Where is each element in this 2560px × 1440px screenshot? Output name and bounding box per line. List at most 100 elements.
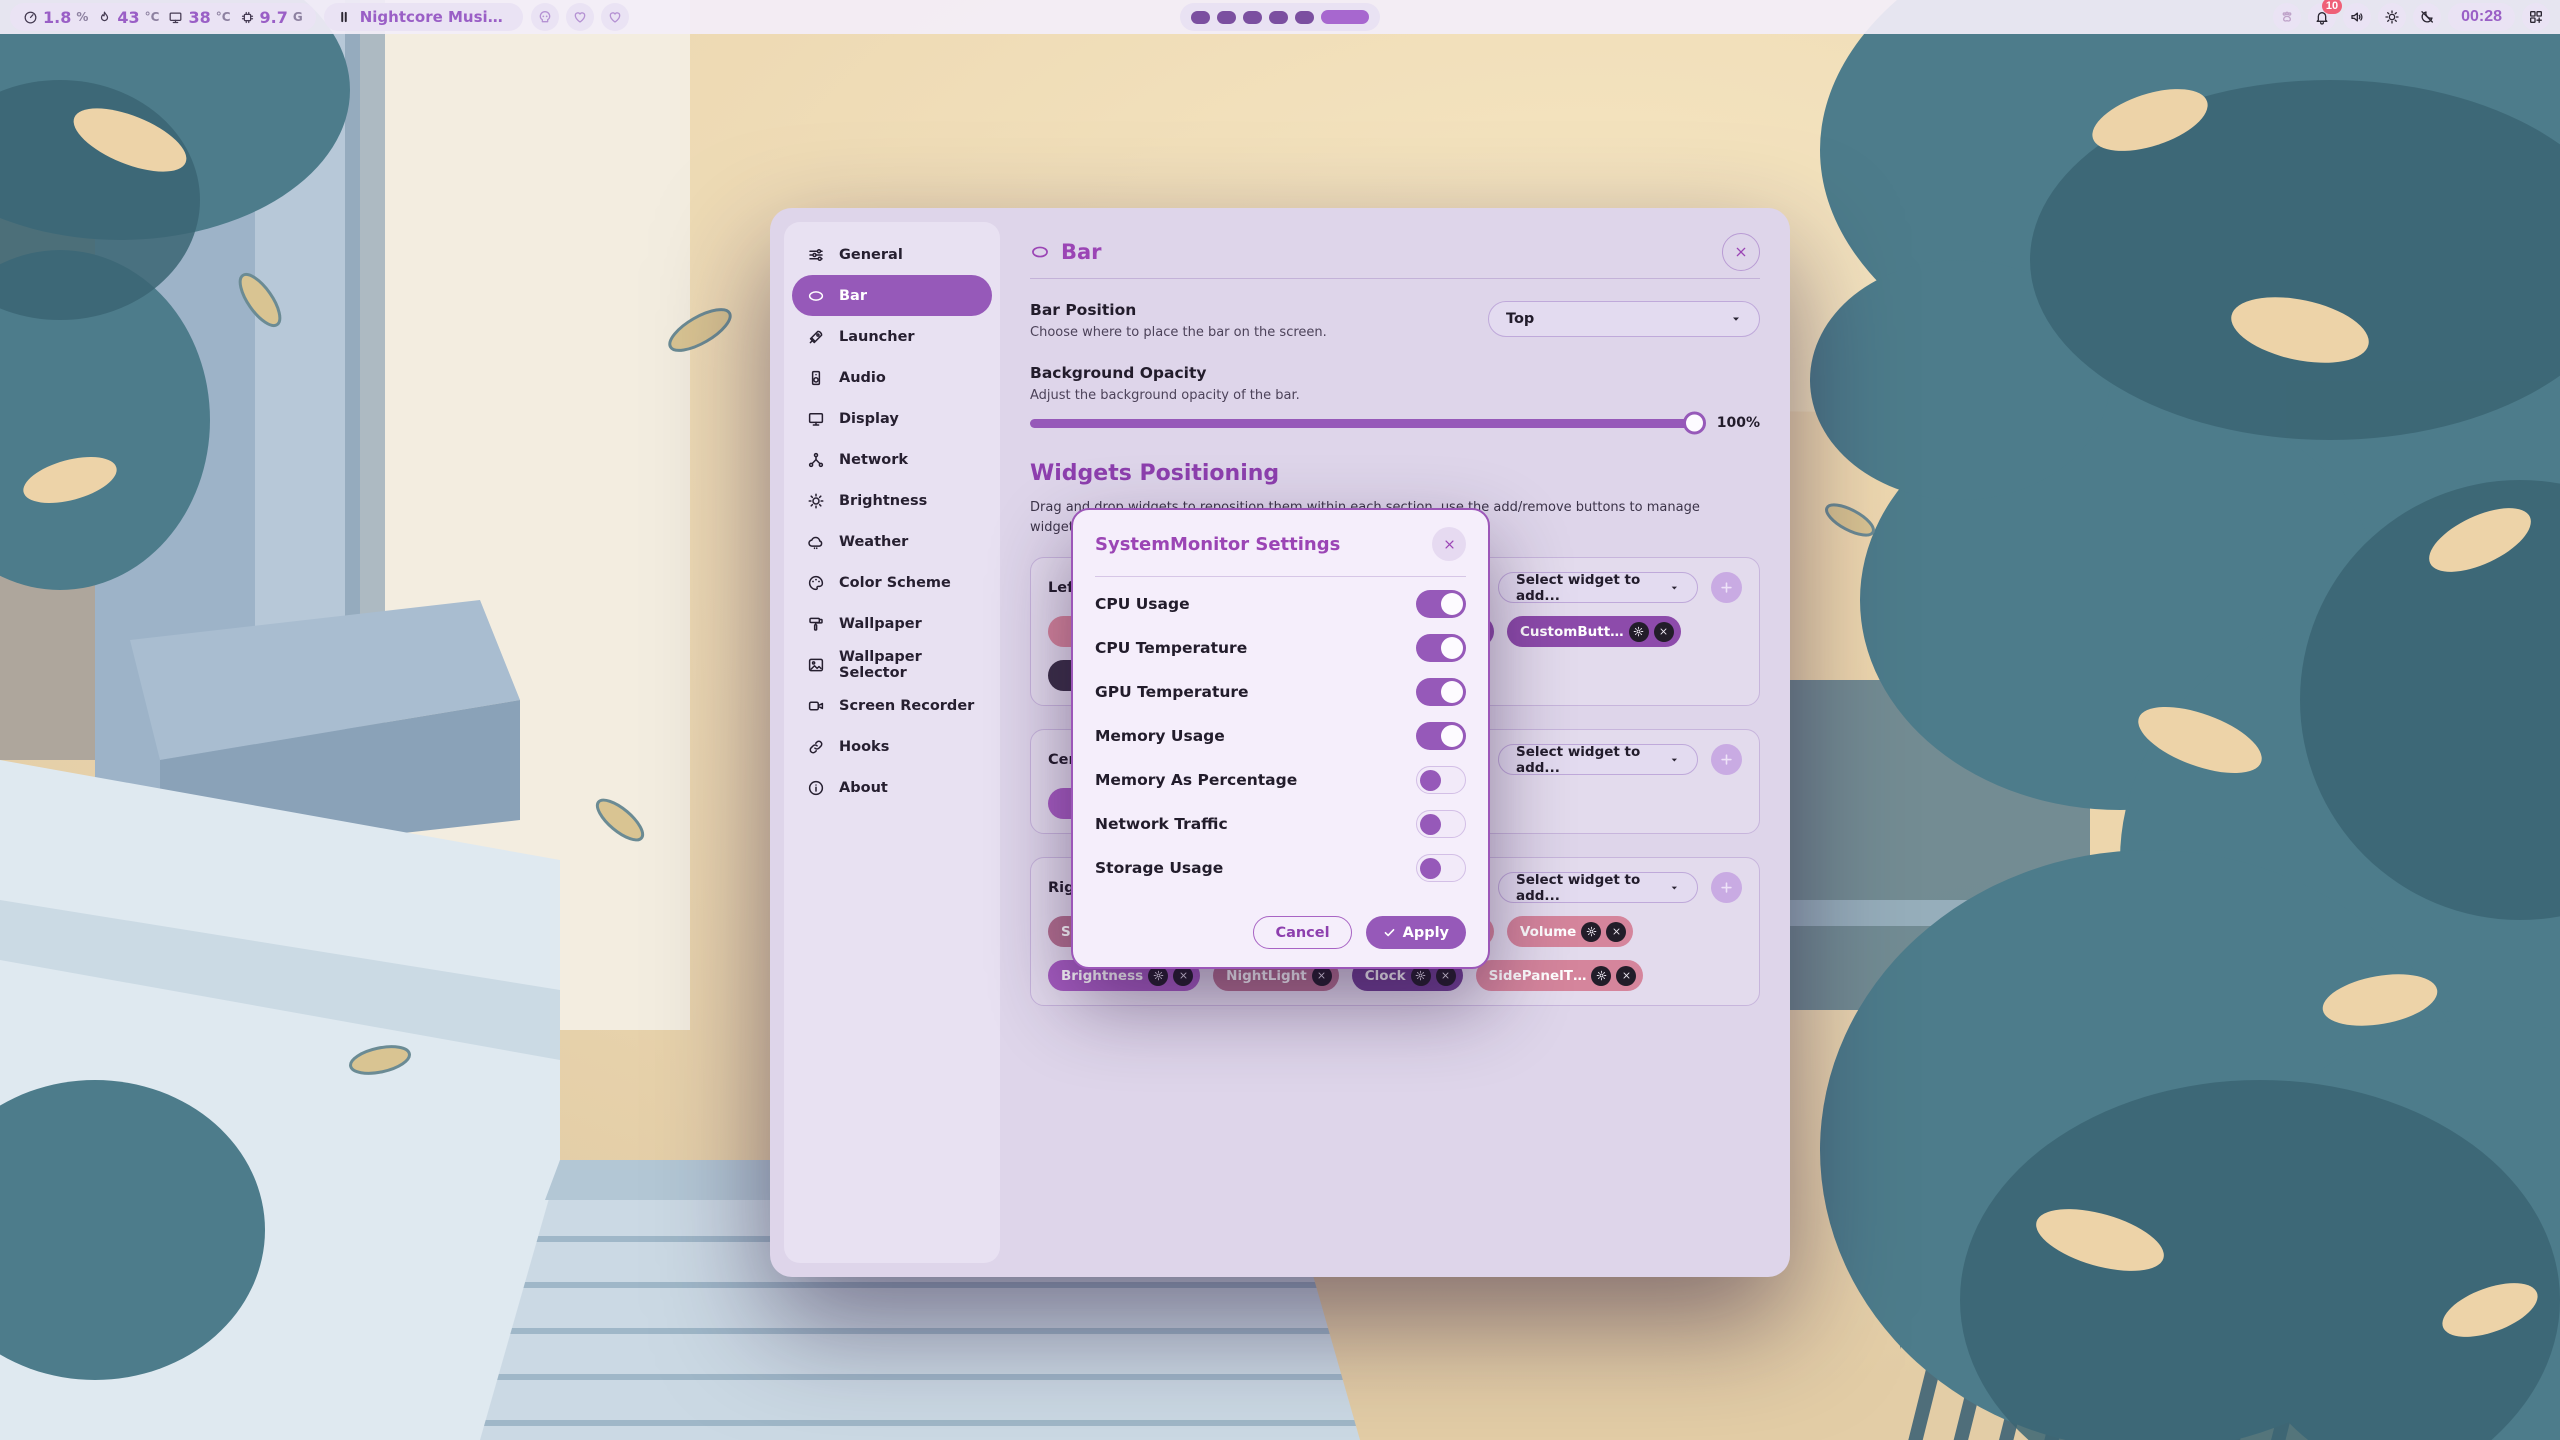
modal-divider <box>1095 576 1466 577</box>
toggle-row-memory-usage: Memory Usage <box>1095 714 1466 758</box>
toggle-memory-usage[interactable] <box>1416 722 1466 750</box>
skull-icon <box>537 9 553 25</box>
chip-remove-button[interactable] <box>1616 966 1636 986</box>
toggle-cpu-temperature[interactable] <box>1416 634 1466 662</box>
brightness-button[interactable] <box>2378 3 2406 31</box>
speaker-icon <box>807 369 825 387</box>
modal-header: SystemMonitor Settings <box>1095 527 1466 561</box>
toggle-network-traffic[interactable] <box>1416 810 1466 838</box>
chip-remove-button[interactable] <box>1654 622 1674 642</box>
sidebar-item-bar[interactable]: Bar <box>792 275 992 316</box>
toggle-knob <box>1420 770 1441 791</box>
add-widget-select[interactable]: Select widget to add... <box>1498 572 1698 603</box>
chip-settings-button[interactable] <box>1591 966 1611 986</box>
workspace-dot[interactable] <box>1243 11 1262 24</box>
clock[interactable]: 00:28 <box>2448 3 2515 31</box>
workspace-dot[interactable] <box>1295 11 1314 24</box>
gear-icon <box>1415 970 1426 981</box>
paw-icon <box>2279 9 2295 25</box>
opacity-slider[interactable] <box>1030 419 1703 428</box>
toggle-knob <box>1441 637 1463 659</box>
bar-position-select[interactable]: Top <box>1488 301 1760 337</box>
workspace-dot[interactable] <box>1217 11 1236 24</box>
sidebar-item-wallpaper[interactable]: Wallpaper <box>792 603 992 644</box>
toggle-cpu-usage[interactable] <box>1416 590 1466 618</box>
chip-icon <box>240 10 255 25</box>
modal-footer: Cancel Apply <box>1095 916 1466 949</box>
sidebar-item-launcher[interactable]: Launcher <box>792 316 992 357</box>
info-icon <box>807 779 825 797</box>
toggle-storage-usage[interactable] <box>1416 854 1466 882</box>
chip-label: Clock <box>1365 968 1406 984</box>
workspace-dot[interactable] <box>1191 11 1210 24</box>
sidebar-item-label: Hooks <box>839 739 889 755</box>
widget-chip-custombutt-[interactable]: CustomButt… <box>1507 616 1681 647</box>
sidebar-item-brightness[interactable]: Brightness <box>792 480 992 521</box>
notifications-badge: 10 <box>2322 0 2342 14</box>
close-icon <box>1440 970 1451 981</box>
sidebar-item-color-scheme[interactable]: Color Scheme <box>792 562 992 603</box>
close-icon <box>1611 926 1622 937</box>
widget-chip-sidepanelt-[interactable]: SidePanelT… <box>1476 960 1644 991</box>
sidebar-item-general[interactable]: General <box>792 234 992 275</box>
background-opacity-description: Adjust the background opacity of the bar… <box>1030 388 1760 403</box>
add-widget-select[interactable]: Select widget to add... <box>1498 744 1698 775</box>
tune-icon <box>807 246 825 264</box>
sidebar-item-network[interactable]: Network <box>792 439 992 480</box>
workspace-dot[interactable] <box>1269 11 1288 24</box>
night-light-button[interactable] <box>2413 3 2441 31</box>
plus-icon <box>1719 880 1734 895</box>
toggle-gpu-temperature[interactable] <box>1416 678 1466 706</box>
opacity-slider-thumb[interactable] <box>1683 412 1706 435</box>
system-stats-pill[interactable]: 1.8%43°C38°C9.7G <box>10 3 316 31</box>
apply-button[interactable]: Apply <box>1366 916 1466 949</box>
workspace-active[interactable] <box>1321 10 1369 24</box>
media-player-pill[interactable]: Nightcore Music Mix 20… <box>324 3 523 31</box>
toggle-label: Memory Usage <box>1095 727 1225 745</box>
sidebar-item-label: Launcher <box>839 329 915 345</box>
toggle-row-storage-usage: Storage Usage <box>1095 846 1466 890</box>
network-icon <box>807 451 825 469</box>
chevron-down-icon <box>1669 882 1680 894</box>
bar-position-label: Bar Position <box>1030 301 1327 319</box>
window-close-button[interactable] <box>1722 233 1760 271</box>
sidebar-item-hooks[interactable]: Hooks <box>792 726 992 767</box>
chip-settings-button[interactable] <box>1581 922 1601 942</box>
plus-icon <box>1719 752 1734 767</box>
header-divider <box>1030 278 1760 279</box>
cancel-button[interactable]: Cancel <box>1253 916 1351 949</box>
apply-label: Apply <box>1403 925 1449 941</box>
tray-app-button[interactable] <box>2273 3 2301 31</box>
toggle-knob <box>1441 681 1463 703</box>
chip-settings-button[interactable] <box>1629 622 1649 642</box>
sidebar-item-display[interactable]: Display <box>792 398 992 439</box>
add-widget-button[interactable] <box>1711 872 1742 903</box>
volume-button[interactable] <box>2343 3 2371 31</box>
modal-close-button[interactable] <box>1432 527 1466 561</box>
notifications-button[interactable]: 10 <box>2308 3 2336 31</box>
sidebar-item-screen-recorder[interactable]: Screen Recorder <box>792 685 992 726</box>
modal-title: SystemMonitor Settings <box>1095 534 1340 555</box>
add-widget-button[interactable] <box>1711 572 1742 603</box>
chevron-down-icon <box>1730 313 1742 325</box>
sidebar-item-audio[interactable]: Audio <box>792 357 992 398</box>
widget-chip-volume[interactable]: Volume <box>1507 916 1633 947</box>
sidebar-item-label: Brightness <box>839 493 927 509</box>
add-widget-button[interactable] <box>1711 744 1742 775</box>
systemmonitor-settings-modal: SystemMonitor Settings CPU UsageCPU Temp… <box>1071 508 1490 969</box>
heart-button-2[interactable] <box>601 3 629 31</box>
toggle-memory-as-percentage[interactable] <box>1416 766 1466 794</box>
sidebar-item-wallpaper-selector[interactable]: Wallpaper Selector <box>792 644 992 685</box>
chip-remove-button[interactable] <box>1606 922 1626 942</box>
stat-value: 9.7 <box>260 8 288 27</box>
skull-button[interactable] <box>531 3 559 31</box>
system-stat: 38°C <box>168 8 230 27</box>
display-icon <box>807 410 825 428</box>
heart-button-1[interactable] <box>566 3 594 31</box>
chip-label: CustomButt… <box>1520 624 1624 640</box>
sidebar-item-about[interactable]: About <box>792 767 992 808</box>
sidebar-item-weather[interactable]: Weather <box>792 521 992 562</box>
add-widget-select[interactable]: Select widget to add... <box>1498 872 1698 903</box>
sidebar-item-label: Network <box>839 452 908 468</box>
dashboard-button[interactable] <box>2522 3 2550 31</box>
